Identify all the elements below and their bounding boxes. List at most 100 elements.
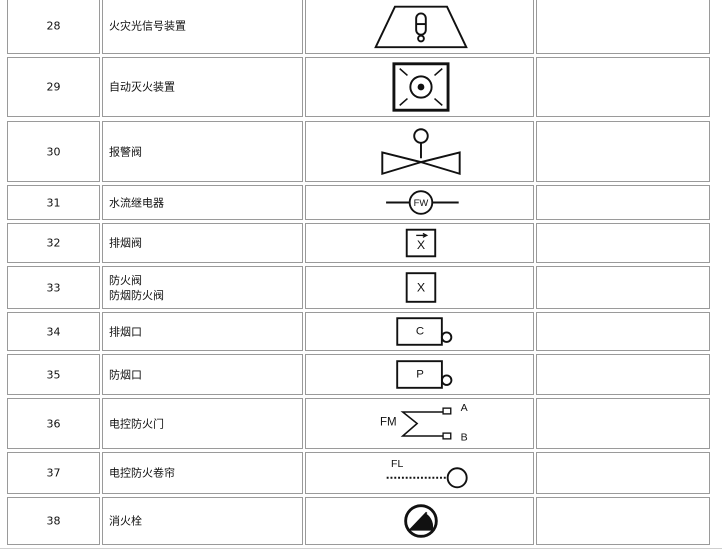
symbol-graphic-cell: X <box>305 223 534 263</box>
symbol-name: 电控防火门 <box>109 416 164 431</box>
serial-number: 33 <box>46 281 61 294</box>
symbol-label: X <box>417 238 425 252</box>
remarks-cell <box>536 354 710 395</box>
symbol-name-cell: 消火栓 <box>102 497 303 545</box>
smoke-outlet-icon: C <box>396 317 453 346</box>
symbol-name-line: 电控防火卷帘 <box>109 466 175 480</box>
symbol-graphic-cell: FL <box>305 452 534 494</box>
symbol-name: 电控防火卷帘 <box>109 466 175 481</box>
symbol-name-line: 火灾光信号装置 <box>109 19 186 33</box>
remarks-cell <box>536 185 710 220</box>
bottom-divider <box>0 548 722 549</box>
symbol-graphic-cell: X <box>305 266 534 309</box>
serial-number: 32 <box>46 236 61 250</box>
electric-fire-door-icon: FM A B <box>380 402 469 444</box>
symbol-label: FL <box>391 459 403 470</box>
symbol-name: 防火阀 防烟防火阀 <box>109 273 164 303</box>
table-row: 37 电控防火卷帘 FL <box>7 452 710 494</box>
symbol-name-cell: 排烟口 <box>102 312 303 351</box>
symbol-graphic-cell: P <box>305 354 534 395</box>
serial-number: 30 <box>46 145 61 158</box>
remarks-cell <box>536 223 710 263</box>
serial-number-cell: 34 <box>7 312 100 351</box>
symbol-name-line: 消火栓 <box>109 514 142 528</box>
symbol-name-line: 防火阀 <box>109 273 142 287</box>
serial-number-cell: 35 <box>7 354 100 395</box>
table-row: 36 电控防火门 FM A B <box>7 398 710 449</box>
symbol-name: 火灾光信号装置 <box>109 19 186 34</box>
symbol-graphic-cell <box>305 497 534 545</box>
symbol-name-line: 水流继电器 <box>109 196 164 209</box>
serial-number-cell: 30 <box>7 121 100 182</box>
symbol-label: X <box>417 281 425 295</box>
symbol-name: 自动灭火装置 <box>109 80 175 95</box>
symbol-graphic-cell: C <box>305 312 534 351</box>
symbol-name-line: 电控防火门 <box>109 417 164 430</box>
serial-number-cell: 33 <box>7 266 100 309</box>
fire-damper-icon: X <box>405 272 437 303</box>
symbol-name: 排烟口 <box>109 324 142 339</box>
symbol-name: 排烟阀 <box>109 236 142 251</box>
symbol-name-line: 防烟防火阀 <box>109 288 164 302</box>
serial-number-cell: 28 <box>7 0 100 54</box>
table-row: 34 排烟口 C <box>7 312 710 351</box>
fire-hydrant-icon <box>404 504 438 538</box>
symbol-name-line: 报警阀 <box>109 145 142 158</box>
symbol-label: P <box>416 369 424 381</box>
symbol-label: C <box>416 326 424 338</box>
serial-number: 37 <box>46 466 61 480</box>
serial-number: 28 <box>46 19 61 33</box>
symbol-name: 报警阀 <box>109 144 142 159</box>
symbol-name-cell: 电控防火卷帘 <box>102 452 303 494</box>
flow-relay-icon: FW <box>386 190 459 215</box>
symbol-name-cell: 防火阀 防烟防火阀 <box>102 266 303 309</box>
serial-number-cell: 31 <box>7 185 100 220</box>
table-row: 33 防火阀 防烟防火阀 X <box>7 266 710 309</box>
symbol-label: FW <box>414 197 429 208</box>
symbol-name: 防烟口 <box>109 367 142 382</box>
symbol-graphic-cell <box>305 121 534 182</box>
flame-light-signal-icon <box>374 5 468 49</box>
remarks-cell <box>536 121 710 182</box>
table-row: 31 水流继电器 FW <box>7 185 710 220</box>
remarks-cell <box>536 312 710 351</box>
remarks-cell <box>536 398 710 449</box>
symbol-name-cell: 水流继电器 <box>102 185 303 220</box>
symbol-label: FM <box>380 417 397 429</box>
remarks-cell <box>536 266 710 309</box>
serial-number: 36 <box>46 417 61 430</box>
remarks-cell <box>536 452 710 494</box>
serial-number-cell: 38 <box>7 497 100 545</box>
symbol-name-cell: 报警阀 <box>102 121 303 182</box>
symbol-name-cell: 电控防火门 <box>102 398 303 449</box>
table-row: 29 自动灭火装置 <box>7 57 710 117</box>
symbol-name-cell: 防烟口 <box>102 354 303 395</box>
remarks-cell <box>536 497 710 545</box>
symbol-graphic-cell: FM A B <box>305 398 534 449</box>
alarm-valve-icon <box>381 128 461 176</box>
symbol-name-line: 防烟口 <box>109 368 142 381</box>
symbol-name-line: 排烟阀 <box>109 236 142 250</box>
symbol-graphic-cell <box>305 57 534 117</box>
symbol-label: B <box>461 432 468 444</box>
serial-number-cell: 36 <box>7 398 100 449</box>
table-row: 35 防烟口 P <box>7 354 710 395</box>
smoke-prevention-outlet-icon: P <box>396 360 453 389</box>
symbol-name-cell: 火灾光信号装置 <box>102 0 303 54</box>
serial-number-cell: 37 <box>7 452 100 494</box>
symbol-name-cell: 自动灭火装置 <box>102 57 303 117</box>
table-row: 28 火灾光信号装置 <box>7 0 710 54</box>
symbol-table: 28 火灾光信号装置 29 自动灭火装置 30 报警阀 31 水流继电器 FW 32 排烟阀 X 33 防… <box>0 0 722 554</box>
symbol-graphic-cell <box>305 0 534 54</box>
serial-number: 34 <box>46 325 61 338</box>
symbol-name: 水流继电器 <box>109 195 164 210</box>
serial-number: 29 <box>46 80 61 94</box>
symbol-name-cell: 排烟阀 <box>102 223 303 263</box>
remarks-cell <box>536 0 710 54</box>
symbol-name-line: 自动灭火装置 <box>109 80 175 94</box>
symbol-graphic-cell: FW <box>305 185 534 220</box>
symbol-label: A <box>461 402 469 414</box>
symbol-name: 消火栓 <box>109 514 142 529</box>
table-row: 38 消火栓 <box>7 497 710 545</box>
electric-fire-shutter-icon: FL <box>386 459 468 489</box>
